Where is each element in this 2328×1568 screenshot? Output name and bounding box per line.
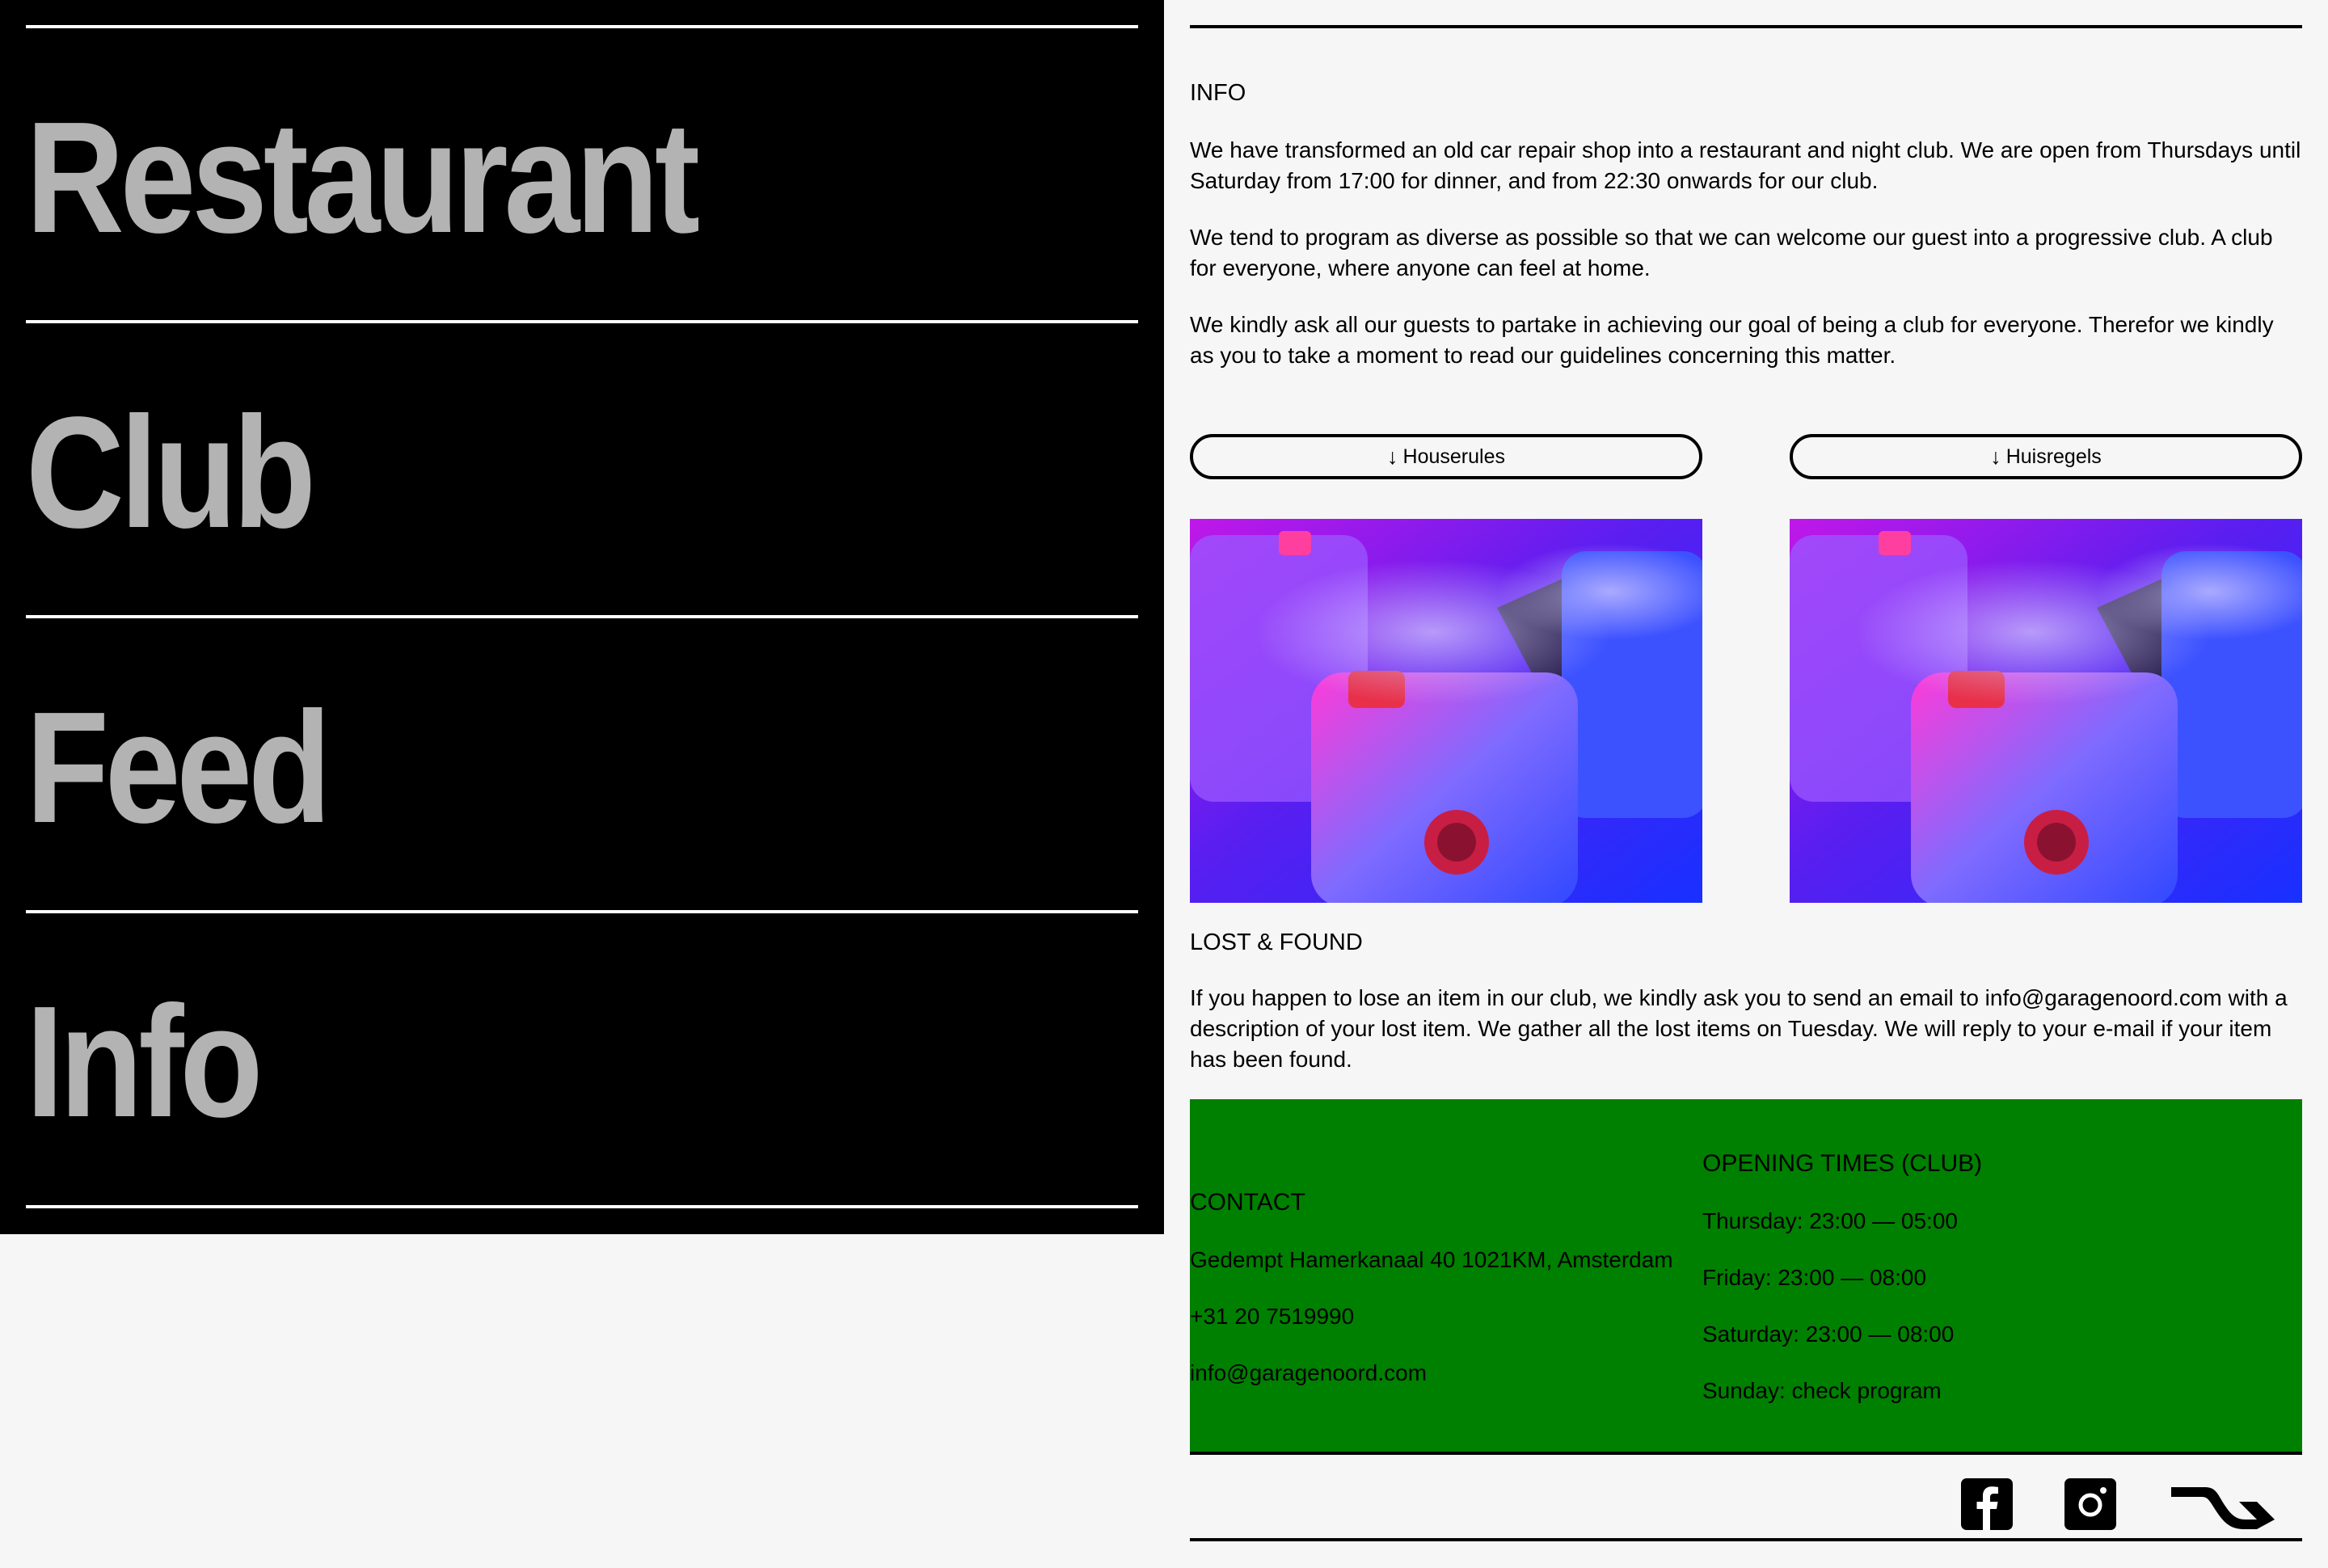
facebook-icon[interactable] [1961, 1476, 2013, 1532]
contact-panel: CONTACT Gedempt Hamerkanaal 40 1021KM, A… [1190, 1099, 2302, 1455]
button-label: Huisregels [2005, 445, 2102, 468]
top-divider [1190, 25, 2302, 28]
nav-item-label: Club [26, 384, 316, 561]
contact-heading: CONTACT [1190, 1189, 1305, 1216]
lost-found-paragraph: If you happen to lose an item in our clu… [1190, 985, 2288, 1072]
nav-divider [26, 910, 1138, 913]
nav-item-restaurant[interactable]: Restaurant [26, 99, 1138, 390]
panel-bottom-divider [1190, 1452, 2302, 1455]
jerrycan-smoke-image [1790, 519, 2302, 903]
nav-item-label: Feed [26, 679, 331, 856]
arrow-down-icon: ↓ [1990, 444, 2001, 469]
club-photo [1790, 519, 2302, 903]
nav-item-club[interactable]: Club [26, 394, 1138, 685]
nav-divider [26, 1205, 1138, 1208]
contact-address[interactable]: Gedempt Hamerkanaal 40 1021KM, Amsterdam [1190, 1246, 1673, 1275]
info-paragraph: We have transformed an old car repair sh… [1190, 137, 2301, 193]
opening-times-heading: OPENING TIMES (CLUB) [1702, 1150, 1983, 1177]
info-heading: INFO [1190, 80, 1246, 106]
contact-phone[interactable]: +31 20 7519990 [1190, 1302, 1354, 1331]
info-paragraph: We kindly ask all our guests to partake … [1190, 312, 2274, 368]
info-content: INFO We have transformed an old car repa… [1190, 0, 2302, 1568]
arrow-down-icon: ↓ [1387, 444, 1398, 469]
opening-time-line: Friday: 23:00 — 08:00 [1702, 1265, 1927, 1290]
nav-divider [26, 615, 1138, 618]
main-navigation: Restaurant Club Feed Info [0, 0, 1164, 1234]
instagram-icon[interactable] [2064, 1476, 2116, 1532]
opening-time-line: Sunday: check program [1702, 1378, 1942, 1403]
nav-item-info[interactable]: Info [26, 983, 1138, 1274]
contact-column: CONTACT Gedempt Hamerkanaal 40 1021KM, A… [1190, 1099, 1699, 1455]
huisregels-download-button[interactable]: ↓ Huisregels [1790, 434, 2302, 479]
nav-item-feed[interactable]: Feed [26, 689, 1138, 980]
nav-divider [26, 320, 1138, 323]
club-photo [1190, 519, 1702, 903]
opening-time-line: Saturday: 23:00 — 08:00 [1702, 1321, 1955, 1347]
opening-time-line: Thursday: 23:00 — 05:00 [1702, 1208, 1958, 1233]
nav-item-label: Restaurant [26, 89, 700, 266]
info-paragraph: We tend to program as diverse as possibl… [1190, 225, 2273, 280]
nav-item-label: Info [26, 973, 263, 1150]
bottom-divider [1190, 1538, 2302, 1541]
houserules-download-button[interactable]: ↓ Houserules [1190, 434, 1702, 479]
contact-email[interactable]: info@garagenoord.com [1190, 1359, 1427, 1388]
opening-times-column: OPENING TIMES (CLUB) Thursday: 23:00 — 0… [1702, 1099, 2268, 1455]
button-label: Houserules [1402, 445, 1505, 468]
nav-divider [26, 25, 1138, 28]
resident-advisor-icon[interactable] [2166, 1476, 2276, 1532]
lost-found-heading: LOST & FOUND [1190, 929, 1363, 955]
jerrycan-smoke-image [1190, 519, 1702, 903]
